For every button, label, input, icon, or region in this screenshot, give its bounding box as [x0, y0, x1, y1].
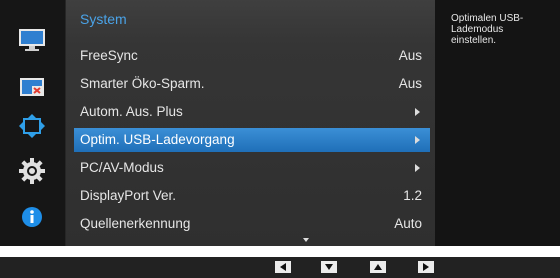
menu-item-label: Quellenerkennung — [80, 216, 191, 231]
submenu-arrow-icon — [415, 164, 420, 172]
resize-arrows-icon[interactable] — [18, 112, 46, 140]
menu-item-label: DisplayPort Ver. — [80, 188, 177, 203]
left-arrow-icon — [280, 263, 286, 271]
help-text: Optimalen USB-Lademodus einstellen. — [451, 13, 524, 46]
menu-item-value: Aus — [398, 48, 422, 63]
menu-panel: System FreeSync Aus Smarter Öko-Sparm. A… — [65, 0, 435, 246]
menu-item-auto-off-plus[interactable]: Autom. Aus. Plus — [74, 100, 430, 124]
menu-item-value: Auto — [394, 216, 422, 231]
menu-item-displayport-version[interactable]: DisplayPort Ver. 1.2 — [74, 184, 430, 208]
menu-item-freesync[interactable]: FreeSync Aus — [74, 44, 430, 68]
osd-window: System FreeSync Aus Smarter Öko-Sparm. A… — [0, 0, 560, 246]
down-arrow-button[interactable] — [321, 261, 337, 273]
left-arrow-button[interactable] — [275, 261, 291, 273]
menu-item-label: Smarter Öko-Sparm. — [80, 76, 205, 91]
gear-icon[interactable] — [18, 157, 46, 185]
right-arrow-icon — [423, 263, 429, 271]
menu-item-label: FreeSync — [80, 48, 138, 63]
picture-in-picture-icon[interactable] — [18, 74, 46, 102]
menu-item-eco-saving[interactable]: Smarter Öko-Sparm. Aus — [74, 72, 430, 96]
up-arrow-button[interactable] — [370, 261, 386, 273]
navigation-bar — [0, 257, 560, 278]
menu-item-label: Autom. Aus. Plus — [80, 104, 183, 119]
menu-item-value: Aus — [398, 76, 422, 91]
menu-item-value: 1.2 — [403, 188, 422, 203]
menu-item-pc-av-mode[interactable]: PC/AV-Modus — [74, 156, 430, 180]
submenu-arrow-icon — [415, 108, 420, 116]
down-arrow-icon — [325, 264, 333, 270]
menu-title: System — [80, 11, 127, 27]
menu-item-label: Optim. USB-Ladevorgang — [80, 132, 235, 147]
help-panel: Optimalen USB-Lademodus einstellen. — [435, 0, 560, 246]
menu-item-source-detection[interactable]: Quellenerkennung Auto — [74, 212, 430, 236]
sidebar — [0, 0, 65, 246]
up-arrow-icon — [374, 264, 382, 270]
monitor-icon[interactable] — [18, 26, 46, 54]
menu-item-usb-charging[interactable]: Optim. USB-Ladevorgang — [74, 128, 430, 152]
info-icon[interactable] — [18, 203, 46, 231]
scroll-down-icon[interactable] — [303, 238, 309, 242]
submenu-arrow-icon — [415, 136, 420, 144]
right-arrow-button[interactable] — [418, 261, 434, 273]
menu-item-label: PC/AV-Modus — [80, 160, 164, 175]
